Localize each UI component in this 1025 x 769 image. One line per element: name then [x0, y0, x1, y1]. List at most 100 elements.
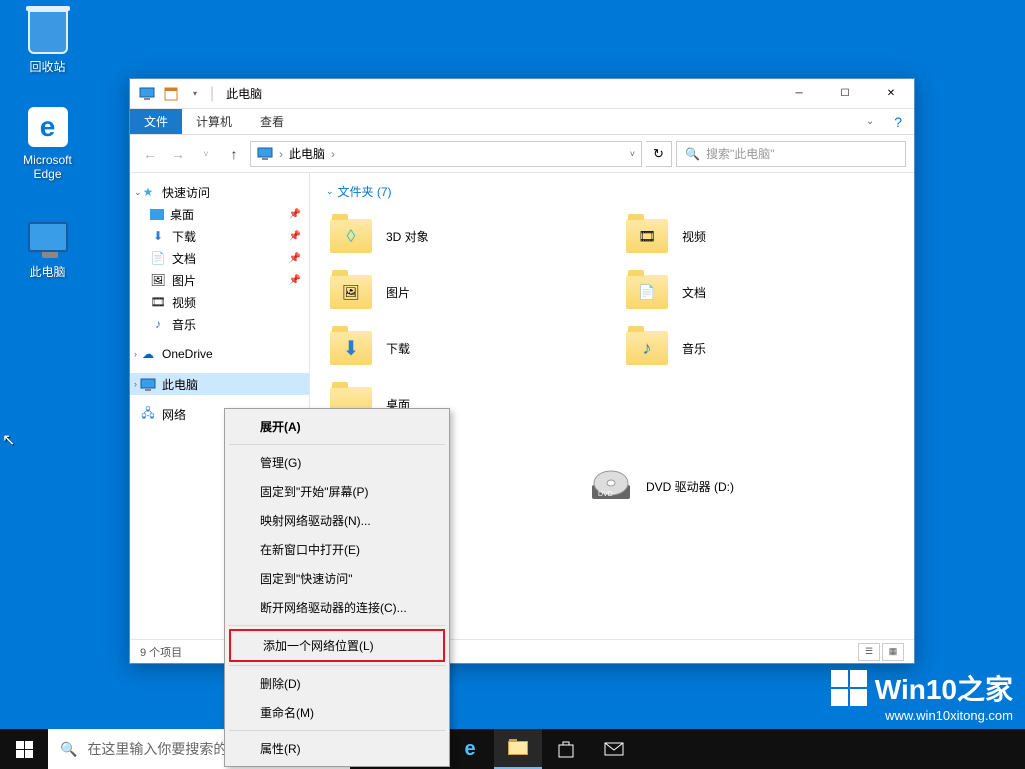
titlebar[interactable]: ▾ | 此电脑 ─ ☐ ✕: [130, 79, 914, 109]
pin-icon: 📌: [289, 253, 301, 264]
chevron-right-icon[interactable]: ›: [134, 349, 137, 359]
group-header-folders[interactable]: ⌄ 文件夹 (7): [326, 183, 898, 200]
sidebar-item-documents[interactable]: 📄文档📌: [130, 247, 309, 269]
chevron-down-icon[interactable]: ⌄: [134, 187, 142, 198]
chevron-down-icon: ⌄: [326, 186, 334, 197]
taskbar-edge[interactable]: e: [446, 729, 494, 769]
folder-music[interactable]: ♪音乐: [622, 322, 898, 374]
properties-qat-icon[interactable]: [162, 85, 180, 103]
ribbon-tabs: 文件 计算机 查看 ⌄ ?: [130, 109, 914, 135]
picture-icon: 🖼: [150, 272, 166, 288]
this-pc-icon: [140, 376, 156, 392]
menu-separator: [229, 665, 445, 666]
address-bar[interactable]: › 此电脑 › ˅: [250, 141, 642, 167]
sidebar-this-pc[interactable]: › 此电脑: [130, 373, 309, 395]
pin-icon: 📌: [289, 275, 301, 286]
highlighted-menu-item: 添加一个网络位置(L): [229, 629, 445, 662]
folder-icon: ⬇: [330, 327, 372, 369]
sidebar-item-downloads[interactable]: ⬇下载📌: [130, 225, 309, 247]
menu-new-window[interactable]: 在新窗口中打开(E): [228, 535, 446, 564]
menu-add-network-location[interactable]: 添加一个网络位置(L): [231, 631, 443, 660]
music-icon: ♪: [150, 316, 166, 332]
menu-expand[interactable]: 展开(A): [228, 412, 446, 441]
menu-delete[interactable]: 删除(D): [228, 669, 446, 698]
desktop-label: Microsoft Edge: [10, 153, 85, 181]
tab-computer[interactable]: 计算机: [182, 109, 246, 134]
sidebar-quick-access[interactable]: ⌄ ★ 快速访问: [130, 181, 309, 203]
desktop-label: 此电脑: [10, 263, 85, 280]
svg-text:DVD: DVD: [598, 491, 613, 498]
menu-disconnect-drive[interactable]: 断开网络驱动器的连接(C)...: [228, 593, 446, 622]
breadcrumb[interactable]: 此电脑: [289, 145, 325, 162]
watermark: Win10之家 www.win10xitong.com: [831, 668, 1013, 723]
context-menu: 展开(A) 管理(G) 固定到"开始"屏幕(P) 映射网络驱动器(N)... 在…: [224, 408, 450, 767]
document-icon: 📄: [150, 250, 166, 266]
menu-pin-start[interactable]: 固定到"开始"屏幕(P): [228, 477, 446, 506]
video-icon: 🎞: [150, 294, 166, 310]
minimize-button[interactable]: ─: [776, 79, 822, 109]
sidebar-onedrive[interactable]: › ☁ OneDrive: [130, 343, 309, 365]
taskbar-store[interactable]: [542, 729, 590, 769]
folder-pictures[interactable]: 🖼图片: [326, 266, 602, 318]
folder-3d-objects[interactable]: ◊3D 对象: [326, 210, 602, 262]
search-icon: 🔍: [60, 741, 77, 758]
sidebar-item-pictures[interactable]: 🖼图片📌: [130, 269, 309, 291]
menu-map-drive[interactable]: 映射网络驱动器(N)...: [228, 506, 446, 535]
star-icon: ★: [140, 184, 156, 200]
desktop-icon-this-pc[interactable]: 此电脑: [10, 215, 85, 280]
sidebar-item-music[interactable]: ♪音乐: [130, 313, 309, 335]
search-icon: 🔍: [685, 147, 700, 161]
folder-downloads[interactable]: ⬇下载: [326, 322, 602, 374]
ribbon-expand-icon[interactable]: ⌄: [858, 109, 882, 134]
pin-icon: 📌: [289, 231, 301, 242]
qat-dropdown-icon[interactable]: ▾: [186, 85, 204, 103]
recent-dropdown[interactable]: ˅: [194, 142, 218, 166]
refresh-button[interactable]: ↻: [646, 141, 672, 167]
sidebar-item-desktop[interactable]: 桌面📌: [130, 203, 309, 225]
cursor-icon: ↖: [2, 430, 15, 450]
view-details-button[interactable]: ☰: [858, 643, 880, 661]
folder-icon: 📄: [626, 271, 668, 313]
menu-manage[interactable]: 管理(G): [228, 448, 446, 477]
search-placeholder: 搜索"此电脑": [706, 145, 775, 162]
drive-dvd[interactable]: DVD DVD 驱动器 (D:): [586, 460, 826, 512]
desktop-icon-edge[interactable]: e Microsoft Edge: [10, 105, 85, 181]
folder-icon: 🎞: [626, 215, 668, 257]
breadcrumb-sep: ›: [279, 147, 283, 161]
chevron-right-icon[interactable]: ›: [134, 379, 137, 389]
sidebar-item-videos[interactable]: 🎞视频: [130, 291, 309, 313]
taskbar-explorer[interactable]: [494, 729, 542, 769]
back-button[interactable]: ←: [138, 142, 162, 166]
menu-properties[interactable]: 属性(R): [228, 734, 446, 763]
up-button[interactable]: ↑: [222, 142, 246, 166]
taskbar-mail[interactable]: [590, 729, 638, 769]
tab-file[interactable]: 文件: [130, 109, 182, 134]
addr-dropdown-icon[interactable]: ˅: [630, 149, 635, 159]
sidebar-label: 快速访问: [162, 184, 210, 201]
folder-icon: 🖼: [330, 271, 372, 313]
menu-rename[interactable]: 重命名(M): [228, 698, 446, 727]
desktop-icon-recycle-bin[interactable]: 回收站: [10, 10, 85, 75]
start-button[interactable]: [0, 729, 48, 769]
pin-icon: 📌: [289, 209, 301, 220]
tab-view[interactable]: 查看: [246, 109, 298, 134]
close-button[interactable]: ✕: [868, 79, 914, 109]
addr-this-pc-icon: [257, 147, 273, 161]
network-icon: 🖧: [140, 406, 156, 422]
view-tiles-button[interactable]: ▦: [882, 643, 904, 661]
folder-icon: ♪: [626, 327, 668, 369]
download-icon: ⬇: [150, 228, 166, 244]
search-box[interactable]: 🔍 搜索"此电脑": [676, 141, 906, 167]
desktop-icon: [150, 209, 164, 220]
onedrive-icon: ☁: [140, 346, 156, 362]
help-icon[interactable]: ?: [882, 109, 914, 134]
menu-pin-quickaccess[interactable]: 固定到"快速访问": [228, 564, 446, 593]
folder-videos[interactable]: 🎞视频: [622, 210, 898, 262]
status-item-count: 9 个项目: [140, 644, 182, 660]
forward-button[interactable]: →: [166, 142, 190, 166]
menu-separator: [229, 625, 445, 626]
maximize-button[interactable]: ☐: [822, 79, 868, 109]
watermark-brand: Win10之家: [875, 668, 1013, 708]
edge-icon: e: [26, 105, 70, 149]
folder-documents[interactable]: 📄文档: [622, 266, 898, 318]
